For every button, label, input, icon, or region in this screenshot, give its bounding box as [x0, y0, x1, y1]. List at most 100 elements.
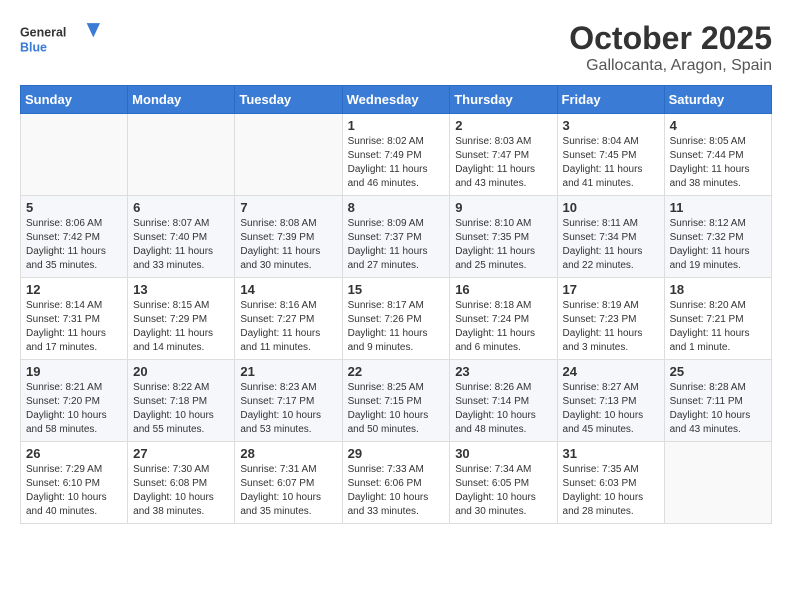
day-of-week-header: Tuesday	[235, 86, 342, 114]
day-number: 10	[563, 200, 659, 215]
day-info: Sunrise: 8:23 AM Sunset: 7:17 PM Dayligh…	[240, 381, 336, 437]
day-number: 20	[133, 364, 229, 379]
day-info: Sunrise: 7:30 AM Sunset: 6:08 PM Dayligh…	[133, 463, 229, 519]
day-number: 11	[670, 200, 766, 215]
calendar-day-cell: 14 Sunrise: 8:16 AM Sunset: 7:27 PM Dayli…	[235, 278, 342, 360]
day-number: 26	[26, 446, 122, 461]
day-number: 25	[670, 364, 766, 379]
logo-icon: General Blue	[20, 20, 100, 60]
page-header: General Blue October 2025 Gallocanta, Ar…	[20, 20, 772, 75]
day-number: 30	[455, 446, 551, 461]
day-info: Sunrise: 8:02 AM Sunset: 7:49 PM Dayligh…	[348, 135, 445, 191]
day-number: 5	[26, 200, 122, 215]
title-section: October 2025 Gallocanta, Aragon, Spain	[569, 20, 772, 75]
calendar-day-cell: 23 Sunrise: 8:26 AM Sunset: 7:14 PM Dayli…	[450, 360, 557, 442]
day-info: Sunrise: 8:07 AM Sunset: 7:40 PM Dayligh…	[133, 217, 229, 273]
day-number: 27	[133, 446, 229, 461]
calendar-week-row: 19Sunrise: 8:21 AM Sunset: 7:20 PM Dayli…	[21, 360, 772, 442]
day-number: 9	[455, 200, 551, 215]
day-info: Sunrise: 8:20 AM Sunset: 7:21 PM Dayligh…	[670, 299, 766, 355]
day-number: 23	[455, 364, 551, 379]
day-number: 21	[240, 364, 336, 379]
calendar-day-cell: 6Sunrise: 8:07 AM Sunset: 7:40 PM Daylig…	[128, 196, 235, 278]
day-of-week-header: Sunday	[21, 86, 128, 114]
calendar-day-cell: 21 Sunrise: 8:23 AM Sunset: 7:17 PM Dayli…	[235, 360, 342, 442]
calendar-day-cell: 17Sunrise: 8:19 AM Sunset: 7:23 PM Dayli…	[557, 278, 664, 360]
svg-text:General: General	[20, 25, 66, 39]
day-number: 15	[348, 282, 445, 297]
day-info: Sunrise: 8:06 AM Sunset: 7:42 PM Dayligh…	[26, 217, 122, 273]
day-number: 4	[670, 118, 766, 133]
calendar-day-cell: 1 Sunrise: 8:02 AM Sunset: 7:49 PM Daylig…	[342, 114, 450, 196]
calendar-day-cell: 27 Sunrise: 7:30 AM Sunset: 6:08 PM Dayli…	[128, 442, 235, 524]
calendar-week-row: 12 Sunrise: 8:14 AM Sunset: 7:31 PM Dayli…	[21, 278, 772, 360]
calendar-day-cell: 15 Sunrise: 8:17 AM Sunset: 7:26 PM Dayli…	[342, 278, 450, 360]
day-number: 16	[455, 282, 551, 297]
calendar-day-cell: 5 Sunrise: 8:06 AM Sunset: 7:42 PM Daylig…	[21, 196, 128, 278]
day-info: Sunrise: 8:22 AM Sunset: 7:18 PM Dayligh…	[133, 381, 229, 437]
calendar-day-cell: 9 Sunrise: 8:10 AM Sunset: 7:35 PM Daylig…	[450, 196, 557, 278]
calendar-day-cell: 16 Sunrise: 8:18 AM Sunset: 7:24 PM Dayli…	[450, 278, 557, 360]
day-info: Sunrise: 8:08 AM Sunset: 7:39 PM Dayligh…	[240, 217, 336, 273]
calendar-day-cell: 18 Sunrise: 8:20 AM Sunset: 7:21 PM Dayli…	[664, 278, 771, 360]
calendar-day-cell: 13 Sunrise: 8:15 AM Sunset: 7:29 PM Dayli…	[128, 278, 235, 360]
day-info: Sunrise: 8:09 AM Sunset: 7:37 PM Dayligh…	[348, 217, 445, 273]
calendar-day-cell	[128, 114, 235, 196]
day-number: 24	[563, 364, 659, 379]
calendar-day-cell: 12 Sunrise: 8:14 AM Sunset: 7:31 PM Dayli…	[21, 278, 128, 360]
day-info: Sunrise: 8:10 AM Sunset: 7:35 PM Dayligh…	[455, 217, 551, 273]
day-of-week-header: Thursday	[450, 86, 557, 114]
day-number: 3	[563, 118, 659, 133]
day-info: Sunrise: 8:05 AM Sunset: 7:44 PM Dayligh…	[670, 135, 766, 191]
calendar-day-cell: 4 Sunrise: 8:05 AM Sunset: 7:44 PM Daylig…	[664, 114, 771, 196]
day-info: Sunrise: 8:28 AM Sunset: 7:11 PM Dayligh…	[670, 381, 766, 437]
logo: General Blue	[20, 20, 100, 60]
calendar-week-row: 5 Sunrise: 8:06 AM Sunset: 7:42 PM Daylig…	[21, 196, 772, 278]
day-info: Sunrise: 7:31 AM Sunset: 6:07 PM Dayligh…	[240, 463, 336, 519]
calendar-table: SundayMondayTuesdayWednesdayThursdayFrid…	[20, 85, 772, 524]
day-number: 1	[348, 118, 445, 133]
day-number: 14	[240, 282, 336, 297]
day-of-week-header: Monday	[128, 86, 235, 114]
calendar-day-cell	[664, 442, 771, 524]
calendar-day-cell: 22 Sunrise: 8:25 AM Sunset: 7:15 PM Dayli…	[342, 360, 450, 442]
day-info: Sunrise: 8:25 AM Sunset: 7:15 PM Dayligh…	[348, 381, 445, 437]
day-of-week-header: Wednesday	[342, 86, 450, 114]
calendar-day-cell: 31 Sunrise: 7:35 AM Sunset: 6:03 PM Dayli…	[557, 442, 664, 524]
day-info: Sunrise: 8:16 AM Sunset: 7:27 PM Dayligh…	[240, 299, 336, 355]
day-of-week-header: Saturday	[664, 86, 771, 114]
day-info: Sunrise: 8:18 AM Sunset: 7:24 PM Dayligh…	[455, 299, 551, 355]
day-info: Sunrise: 8:27 AM Sunset: 7:13 PM Dayligh…	[563, 381, 659, 437]
day-info: Sunrise: 8:15 AM Sunset: 7:29 PM Dayligh…	[133, 299, 229, 355]
day-number: 31	[563, 446, 659, 461]
calendar-day-cell: 30Sunrise: 7:34 AM Sunset: 6:05 PM Dayli…	[450, 442, 557, 524]
day-number: 22	[348, 364, 445, 379]
day-number: 2	[455, 118, 551, 133]
day-info: Sunrise: 8:11 AM Sunset: 7:34 PM Dayligh…	[563, 217, 659, 273]
calendar-day-cell	[235, 114, 342, 196]
day-info: Sunrise: 7:35 AM Sunset: 6:03 PM Dayligh…	[563, 463, 659, 519]
calendar-day-cell: 25 Sunrise: 8:28 AM Sunset: 7:11 PM Dayli…	[664, 360, 771, 442]
day-number: 12	[26, 282, 122, 297]
day-number: 8	[348, 200, 445, 215]
calendar-day-cell: 28 Sunrise: 7:31 AM Sunset: 6:07 PM Dayli…	[235, 442, 342, 524]
day-number: 13	[133, 282, 229, 297]
calendar-day-cell: 24 Sunrise: 8:27 AM Sunset: 7:13 PM Dayli…	[557, 360, 664, 442]
calendar-day-cell	[21, 114, 128, 196]
day-info: Sunrise: 8:14 AM Sunset: 7:31 PM Dayligh…	[26, 299, 122, 355]
day-info: Sunrise: 8:17 AM Sunset: 7:26 PM Dayligh…	[348, 299, 445, 355]
calendar-day-cell: 19Sunrise: 8:21 AM Sunset: 7:20 PM Dayli…	[21, 360, 128, 442]
calendar-day-cell: 26Sunrise: 7:29 AM Sunset: 6:10 PM Dayli…	[21, 442, 128, 524]
day-number: 18	[670, 282, 766, 297]
day-number: 28	[240, 446, 336, 461]
calendar-day-cell: 11Sunrise: 8:12 AM Sunset: 7:32 PM Dayli…	[664, 196, 771, 278]
svg-text:Blue: Blue	[20, 41, 47, 55]
day-info: Sunrise: 8:19 AM Sunset: 7:23 PM Dayligh…	[563, 299, 659, 355]
day-info: Sunrise: 8:26 AM Sunset: 7:14 PM Dayligh…	[455, 381, 551, 437]
calendar-week-row: 26Sunrise: 7:29 AM Sunset: 6:10 PM Dayli…	[21, 442, 772, 524]
calendar-header-row: SundayMondayTuesdayWednesdayThursdayFrid…	[21, 86, 772, 114]
day-info: Sunrise: 8:21 AM Sunset: 7:20 PM Dayligh…	[26, 381, 122, 437]
day-info: Sunrise: 7:33 AM Sunset: 6:06 PM Dayligh…	[348, 463, 445, 519]
day-of-week-header: Friday	[557, 86, 664, 114]
day-info: Sunrise: 8:03 AM Sunset: 7:47 PM Dayligh…	[455, 135, 551, 191]
